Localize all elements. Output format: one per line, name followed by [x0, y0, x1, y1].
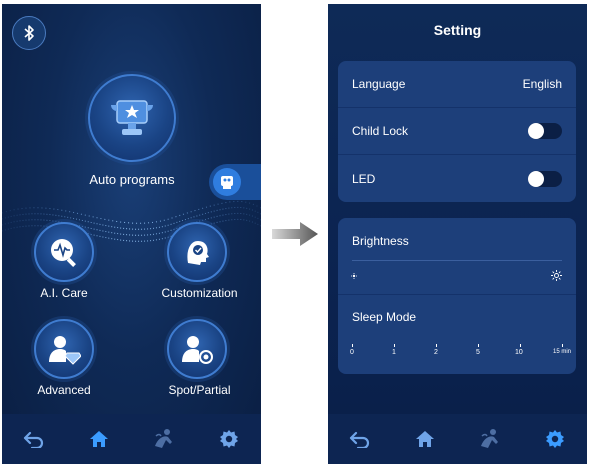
back-button[interactable] [345, 424, 375, 454]
brightness-high-icon [551, 270, 562, 281]
spot-partial-button[interactable] [167, 319, 227, 379]
sleep-tick-label: 2 [434, 349, 438, 356]
spot-partial-label: Spot/Partial [168, 383, 231, 397]
display-settings-card: Brightness Sleep Mode 0 1 2 5 10 15 min [338, 218, 576, 374]
led-label: LED [352, 171, 376, 186]
sleep-tick-label: 5 [476, 349, 480, 356]
back-arrow-icon [24, 431, 44, 448]
gear-icon [545, 430, 564, 448]
sleep-tick-label: 10 [515, 349, 523, 356]
home-icon [90, 431, 109, 447]
home-button[interactable] [84, 424, 114, 454]
child-lock-toggle[interactable] [528, 123, 562, 139]
general-settings-card: Language English Child Lock LED [338, 61, 576, 202]
advanced-label: Advanced [37, 383, 91, 397]
side-tab-button[interactable] [209, 164, 261, 200]
ai-care-icon [51, 239, 76, 267]
settings-button[interactable] [540, 424, 570, 454]
auto-programs-label: Auto programs [89, 172, 175, 187]
advanced-button[interactable] [34, 319, 94, 379]
customization-icon [187, 241, 209, 265]
sleep-tick-list: 0 1 2 5 10 15 min [348, 341, 571, 361]
home-button[interactable] [410, 424, 440, 454]
ai-care-label: A.I. Care [40, 286, 88, 300]
massage-icon [154, 429, 172, 448]
led-toggle[interactable] [528, 170, 562, 187]
language-value: English [522, 77, 562, 91]
gear-icon [219, 430, 238, 448]
bluetooth-icon [24, 25, 34, 41]
customization-button[interactable] [167, 222, 227, 282]
settings-button[interactable] [214, 424, 244, 454]
trophy-icon [111, 100, 153, 135]
language-row[interactable]: Language English [338, 61, 576, 108]
massage-icon [480, 429, 498, 448]
sleep-tick-label: 1 [392, 349, 396, 356]
toggle-knob [528, 170, 544, 187]
toggle-knob [528, 123, 544, 139]
brightness-label: Brightness [352, 234, 409, 248]
brightness-slider[interactable] [352, 260, 562, 261]
bottom-nav-left [2, 414, 261, 464]
child-lock-row: Child Lock [338, 108, 576, 155]
child-lock-label: Child Lock [352, 124, 409, 138]
brightness-low-icon [351, 273, 357, 279]
customization-label: Customization [161, 286, 238, 300]
divider [338, 294, 576, 295]
advanced-icon [49, 336, 81, 365]
sleep-tick-label: 0 [350, 349, 354, 356]
massage-button[interactable] [475, 424, 505, 454]
bottom-nav-right [328, 414, 587, 464]
sleep-tick-label: 15 min [553, 349, 572, 355]
ai-care-button[interactable] [34, 222, 94, 282]
back-arrow-icon [350, 431, 370, 448]
sleep-tick-mark [436, 344, 437, 347]
spot-partial-icon [182, 336, 213, 364]
sleep-tick-mark [520, 344, 521, 347]
massage-button[interactable] [149, 424, 179, 454]
sleep-tick-mark [478, 344, 479, 347]
led-row: LED [338, 155, 576, 202]
bluetooth-button[interactable] [12, 16, 46, 50]
massage-chair-icon [213, 168, 241, 196]
main-menu-screen: Auto programs A.I. Care Customization Ad… [2, 4, 261, 464]
auto-programs-button[interactable] [88, 74, 176, 162]
home-icon [416, 431, 435, 447]
sleep-tick-mark [352, 344, 353, 347]
sleep-mode-label: Sleep Mode [352, 310, 417, 324]
back-button[interactable] [19, 424, 49, 454]
transition-arrow [272, 222, 318, 246]
language-label: Language [352, 77, 406, 91]
sleep-tick-mark [394, 344, 395, 347]
settings-screen: Setting Language English Child Lock LED … [328, 4, 587, 464]
page-title: Setting [433, 22, 482, 38]
sleep-tick-mark [562, 344, 563, 347]
